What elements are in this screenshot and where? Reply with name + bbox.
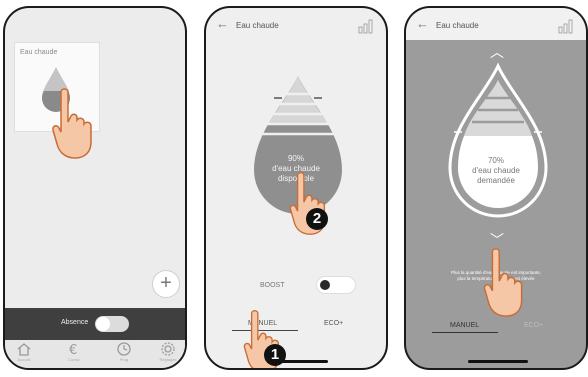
- signal-icon: [358, 19, 373, 34]
- boost-toggle[interactable]: [316, 276, 356, 294]
- tap-hand-icon: [483, 248, 523, 317]
- top-bar: ← Eau chaude: [406, 8, 586, 40]
- step-two-badge: 2: [306, 208, 328, 230]
- water-drop-gauge[interactable]: [440, 62, 556, 230]
- nav-label: Prog: [119, 357, 129, 362]
- nav-item-prog[interactable]: Prog: [109, 342, 139, 362]
- svg-text:€: €: [69, 343, 77, 356]
- drop-percent: 70%: [487, 156, 504, 165]
- home-icon: [17, 343, 31, 356]
- add-button[interactable]: +: [152, 270, 180, 298]
- back-arrow-icon[interactable]: ←: [216, 16, 229, 31]
- nav-item-conso[interactable]: € Conso: [59, 342, 89, 362]
- back-arrow-icon[interactable]: ←: [416, 16, 429, 31]
- tab-eco[interactable]: ECO+: [524, 322, 543, 329]
- absence-label: Absence: [61, 319, 89, 326]
- nav-item-settings[interactable]: Réglages: [153, 342, 183, 362]
- drop-caption-1: d'eau chaude: [472, 166, 520, 175]
- nav-label: Réglages: [159, 357, 177, 362]
- tap-hand-icon: [52, 88, 92, 159]
- euro-icon: €: [69, 343, 77, 356]
- phone-set-demand-screen: ← Eau chaude ︿ 70% d'eau chaude demandée…: [404, 6, 588, 370]
- nav-item-home[interactable]: Accueil: [9, 342, 39, 362]
- bottom-nav: Accueil € Conso Prog Réglages: [5, 340, 185, 368]
- hot-water-tile-label: Eau chaude: [20, 49, 58, 56]
- nav-label: Conso: [68, 357, 80, 362]
- screen-title: Eau chaude: [236, 21, 279, 30]
- nav-label: Accueil: [17, 357, 31, 362]
- step-one-badge: 1: [264, 344, 286, 366]
- phone-home-screen: Eau chaude + Absence Accueil € Conso Pro…: [3, 6, 187, 370]
- absence-toggle[interactable]: [95, 316, 129, 332]
- tab-eco[interactable]: ECO+: [324, 320, 343, 327]
- screen-title: Eau chaude: [436, 21, 479, 30]
- top-bar: ← Eau chaude: [206, 8, 386, 40]
- clock-icon: [117, 342, 131, 356]
- tab-manual-underline: [432, 332, 498, 333]
- absence-bar: Absence: [5, 308, 185, 340]
- toggle-knob: [320, 280, 330, 290]
- gear-icon: [161, 342, 175, 356]
- home-indicator: [468, 360, 528, 363]
- signal-icon: [558, 19, 573, 34]
- drop-caption-2: demandée: [477, 176, 515, 185]
- phone-hot-water-screen: ← Eau chaude 90% d'eau chaude disponible…: [204, 6, 388, 370]
- increase-chevron-icon[interactable]: ︿: [490, 42, 504, 62]
- tab-manual[interactable]: MANUEL: [450, 322, 479, 329]
- boost-label: BOOST: [260, 282, 285, 289]
- drop-percent: 90%: [287, 154, 304, 163]
- toggle-knob: [96, 317, 110, 331]
